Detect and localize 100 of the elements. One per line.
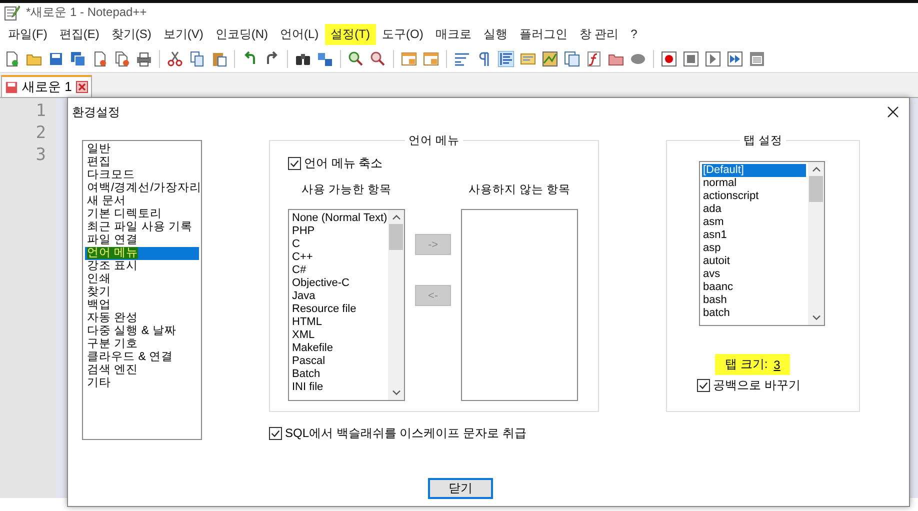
list-item[interactable]: [Default] xyxy=(702,164,806,177)
zoom-in-icon[interactable] xyxy=(348,51,364,67)
play-icon[interactable] xyxy=(705,51,721,67)
category-item[interactable]: 검색 엔진 xyxy=(85,364,199,377)
paste-icon[interactable] xyxy=(211,51,227,67)
menu-item[interactable]: 실행 xyxy=(477,24,514,44)
list-item[interactable]: autoit xyxy=(702,255,806,268)
floppies-icon[interactable] xyxy=(70,51,86,67)
category-item[interactable]: 클라우드 & 연결 xyxy=(85,351,199,364)
category-item[interactable]: 강조 표시 xyxy=(85,260,199,273)
window-icon[interactable] xyxy=(401,51,417,67)
category-item[interactable]: 기본 디렉토리 xyxy=(85,208,199,221)
menu-item[interactable]: 찾기(S) xyxy=(105,24,158,44)
list-item[interactable]: C xyxy=(291,238,386,251)
list-item[interactable]: Java xyxy=(291,290,386,303)
new-file-icon[interactable] xyxy=(4,51,20,67)
list-item[interactable]: normal xyxy=(702,177,806,190)
close-file-icon[interactable] xyxy=(92,51,108,67)
category-item[interactable]: 다중 실행 & 날짜 xyxy=(85,325,199,338)
checkbox[interactable] xyxy=(288,157,301,170)
category-item[interactable]: 기타 xyxy=(85,377,199,390)
list-item[interactable]: avs xyxy=(702,268,806,281)
category-item[interactable]: 구분 기호 xyxy=(85,338,199,351)
list-item[interactable]: HTML xyxy=(291,316,386,329)
fast-forward-icon[interactable] xyxy=(727,51,743,67)
list-item[interactable]: Pascal xyxy=(291,355,386,368)
table-icon[interactable] xyxy=(749,51,765,67)
menu-item[interactable]: 편집(E) xyxy=(53,24,106,44)
list-item[interactable]: Resource file xyxy=(291,303,386,316)
list-item[interactable]: Makefile xyxy=(291,342,386,355)
close-button[interactable]: 닫기 xyxy=(428,478,493,499)
list-item[interactable]: bash xyxy=(702,294,806,307)
function-icon[interactable] xyxy=(586,51,602,67)
printer-icon[interactable] xyxy=(136,51,152,67)
category-item[interactable]: 백업 xyxy=(85,299,199,312)
menu-item[interactable]: 언어(L) xyxy=(274,24,325,44)
window-icon[interactable] xyxy=(423,51,439,67)
scroll-up-icon[interactable] xyxy=(812,166,820,173)
scroll-down-icon[interactable] xyxy=(392,389,400,396)
scroll-thumb[interactable] xyxy=(389,224,403,250)
binoculars-icon[interactable] xyxy=(295,51,311,67)
list-item[interactable]: PHP xyxy=(291,225,386,238)
tab-size-value[interactable]: 3 xyxy=(774,358,780,372)
category-item[interactable]: 편집 xyxy=(85,156,199,169)
scissors-icon[interactable] xyxy=(167,51,183,67)
scroll-up-icon[interactable] xyxy=(392,214,400,221)
documents-close-icon[interactable] xyxy=(114,51,130,67)
list-item[interactable]: asp xyxy=(702,242,806,255)
menu-item[interactable]: 플러그인 xyxy=(513,24,574,44)
map-icon[interactable] xyxy=(542,51,558,67)
category-item[interactable]: 새 문서 xyxy=(85,195,199,208)
file-tab[interactable]: 새로운 1 xyxy=(1,75,92,97)
menu-item[interactable]: 보기(V) xyxy=(157,24,210,44)
list-item[interactable]: asm xyxy=(702,216,806,229)
menu-item[interactable]: ? xyxy=(624,25,644,43)
list-item[interactable]: baanc xyxy=(702,281,806,294)
scroll-thumb[interactable] xyxy=(809,176,823,202)
list-item[interactable]: batch xyxy=(702,307,806,320)
list-item[interactable]: INI file xyxy=(291,381,386,394)
scrollbar[interactable] xyxy=(388,210,404,400)
menu-item[interactable]: 도구(O) xyxy=(376,24,430,44)
menu-item[interactable]: 설정(T) xyxy=(324,24,376,44)
menu-item[interactable]: 창 관리 xyxy=(573,24,625,44)
documents-icon[interactable] xyxy=(564,51,580,67)
menu-item[interactable]: 매크로 xyxy=(429,24,478,44)
list-item[interactable]: None (Normal Text) xyxy=(291,212,386,225)
stop-icon[interactable] xyxy=(683,51,699,67)
menu-item[interactable]: 인코딩(N) xyxy=(209,24,274,44)
checkbox[interactable] xyxy=(697,379,710,392)
category-item[interactable]: 인쇄 xyxy=(85,273,199,286)
category-item[interactable]: 일반 xyxy=(85,143,199,156)
list-item[interactable]: asn1 xyxy=(702,229,806,242)
list-item[interactable]: Objective-C xyxy=(291,277,386,290)
category-item[interactable]: 다크모드 xyxy=(85,169,199,182)
category-item[interactable]: 파일 연결 xyxy=(85,234,199,247)
category-item[interactable]: 최근 파일 사용 기록 xyxy=(85,221,199,234)
list-item[interactable]: C++ xyxy=(291,251,386,264)
list-item[interactable]: XML xyxy=(291,329,386,342)
redo-icon[interactable] xyxy=(264,51,280,67)
menu-item[interactable]: 파일(F) xyxy=(2,24,54,44)
checkbox[interactable] xyxy=(269,427,282,440)
copy-icon[interactable] xyxy=(189,51,205,67)
category-item[interactable]: 언어 메뉴 xyxy=(85,247,199,260)
category-item[interactable]: 여백/경계선/가장자리 xyxy=(85,182,199,195)
category-item[interactable]: 자동 완성 xyxy=(85,312,199,325)
list-item[interactable]: Batch xyxy=(291,368,386,381)
scroll-down-icon[interactable] xyxy=(812,314,820,321)
scrollbar[interactable] xyxy=(808,162,824,325)
list-item[interactable]: C# xyxy=(291,264,386,277)
floppy-icon[interactable] xyxy=(48,51,64,67)
undo-icon[interactable] xyxy=(242,51,258,67)
text-lines-icon[interactable] xyxy=(454,51,470,67)
dialog-title: 환경설정 xyxy=(72,104,120,120)
list-item[interactable]: ada xyxy=(702,203,806,216)
list-title: 사용하지 않는 항목 xyxy=(468,183,571,197)
zoom-out-icon[interactable] xyxy=(370,51,386,67)
record-icon[interactable] xyxy=(661,51,677,67)
text-lines-icon[interactable] xyxy=(498,51,514,67)
list-item[interactable]: actionscript xyxy=(702,190,806,203)
category-item[interactable]: 찾기 xyxy=(85,286,199,299)
